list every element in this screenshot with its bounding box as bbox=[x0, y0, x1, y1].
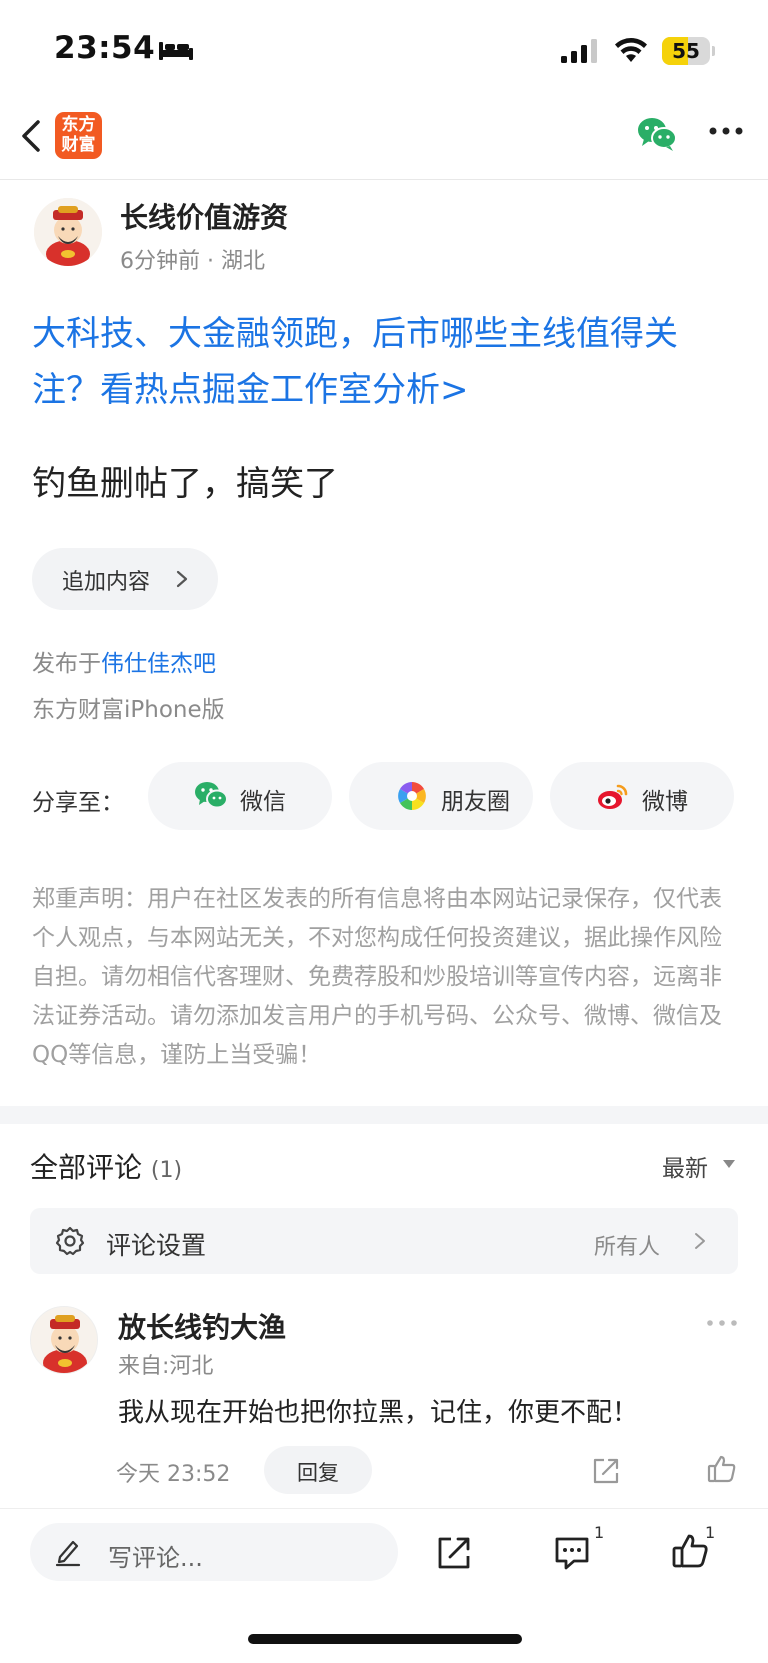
gear-icon bbox=[55, 1226, 85, 1256]
sort-dropdown[interactable]: 最新 bbox=[662, 1149, 708, 1183]
comment-icon[interactable] bbox=[552, 1533, 592, 1573]
author-name[interactable]: 长线价值游资 bbox=[120, 196, 288, 236]
comment-author[interactable]: 放长线钓大渔 bbox=[118, 1306, 286, 1346]
pencil-icon bbox=[55, 1540, 81, 1567]
chevron-right-icon bbox=[695, 1233, 705, 1249]
wechat-icon[interactable] bbox=[636, 116, 678, 152]
client-source: 东方财富iPhone版 bbox=[32, 697, 225, 723]
battery-level: 55 bbox=[672, 39, 700, 63]
comment-avatar[interactable] bbox=[30, 1306, 98, 1374]
comment-count-badge: 1 bbox=[594, 1523, 605, 1542]
battery-icon: 55 bbox=[662, 37, 715, 65]
comments-count: (1) bbox=[150, 1158, 183, 1183]
comment-input[interactable]: 写评论... bbox=[30, 1523, 398, 1581]
comment-settings-row[interactable]: 评论设置 所有人 bbox=[30, 1208, 738, 1274]
home-indicator bbox=[248, 1634, 522, 1644]
status-time: 23:54 bbox=[54, 30, 156, 66]
post-meta: 6分钟前 · 湖北 bbox=[120, 249, 265, 274]
app-logo-line-2: 财富 bbox=[61, 135, 96, 155]
moments-icon bbox=[398, 782, 426, 810]
reply-label: 回复 bbox=[297, 1461, 339, 1485]
author-avatar[interactable] bbox=[34, 198, 102, 266]
more-horizontal-icon[interactable] bbox=[708, 126, 744, 136]
app-logo-line-1: 东方 bbox=[61, 115, 96, 135]
chevron-left-icon[interactable] bbox=[18, 116, 48, 156]
bed-icon bbox=[159, 42, 193, 60]
append-content-button[interactable]: 追加内容 bbox=[32, 548, 218, 610]
comments-title: 全部评论 (1) bbox=[30, 1146, 182, 1186]
published-in: 发布于伟仕佳杰吧 bbox=[32, 644, 216, 678]
share-moments-button[interactable]: 朋友圈 bbox=[349, 762, 533, 830]
forum-link[interactable]: 伟仕佳杰吧 bbox=[101, 651, 216, 677]
signal-icon bbox=[561, 39, 597, 63]
wifi-icon bbox=[615, 38, 647, 62]
comment-time: 今天 23:52 bbox=[116, 1462, 231, 1487]
post-body: 钓鱼删帖了，搞笑了 bbox=[32, 464, 338, 504]
share-icon[interactable] bbox=[434, 1533, 474, 1573]
comment-location: 来自:河北 bbox=[118, 1354, 214, 1379]
promo-headline-link[interactable]: 大科技、大金融领跑，后市哪些主线值得关注？看热点掘金工作室分析> bbox=[32, 306, 742, 418]
share-wechat-label: 微信 bbox=[240, 789, 286, 815]
reply-button[interactable]: 回复 bbox=[264, 1446, 372, 1494]
status-bar: 23:54 55 bbox=[0, 0, 768, 100]
weibo-icon bbox=[598, 784, 628, 809]
published-prefix: 发布于 bbox=[32, 651, 101, 677]
caret-down-icon[interactable] bbox=[722, 1159, 736, 1169]
section-divider bbox=[0, 1106, 768, 1124]
disclaimer: 郑重声明：用户在社区发表的所有信息将由本网站记录保存，仅代表个人观点，与本网站无… bbox=[32, 886, 722, 1068]
chevron-right-icon bbox=[176, 570, 188, 588]
share-wechat-button[interactable]: 微信 bbox=[148, 762, 332, 830]
comment-text: 我从现在开始也把你拉黑，记住，你更不配！ bbox=[118, 1398, 639, 1428]
thumbs-up-icon[interactable] bbox=[670, 1531, 710, 1571]
comment-settings-value: 所有人 bbox=[594, 1235, 661, 1260]
more-horizontal-icon[interactable] bbox=[706, 1318, 738, 1328]
share-label: 分享至： bbox=[32, 790, 124, 816]
app-logo[interactable]: 东方 财富 bbox=[55, 112, 102, 159]
share-moments-label: 朋友圈 bbox=[441, 789, 510, 815]
nav-bar: 东方 财富 bbox=[0, 100, 768, 180]
share-icon[interactable] bbox=[590, 1455, 622, 1487]
comments-title-label: 全部评论 bbox=[30, 1151, 143, 1184]
share-weibo-button[interactable]: 微博 bbox=[550, 762, 734, 830]
share-weibo-label: 微博 bbox=[642, 789, 688, 815]
comment-placeholder: 写评论... bbox=[108, 1544, 203, 1572]
wechat-icon bbox=[195, 782, 228, 809]
comment-settings-label: 评论设置 bbox=[106, 1231, 207, 1260]
append-content-label: 追加内容 bbox=[62, 570, 151, 595]
thumbs-up-icon[interactable] bbox=[706, 1453, 738, 1485]
like-count-badge: 1 bbox=[705, 1523, 716, 1542]
